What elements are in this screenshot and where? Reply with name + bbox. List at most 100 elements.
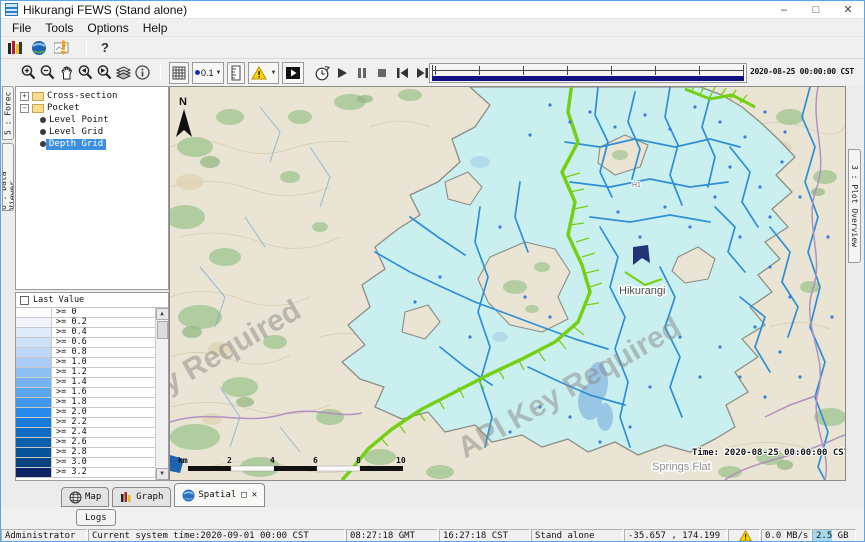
- dock-tab-plot-overview[interactable]: 3 : Plot Overview: [848, 149, 861, 263]
- zoom-out-icon[interactable]: [38, 63, 57, 83]
- time-slider[interactable]: [429, 63, 747, 83]
- tree-item-label: Level Point: [46, 115, 112, 126]
- timeseries-dialog-icon[interactable]: [54, 39, 72, 56]
- globe-grid-icon: [69, 491, 82, 504]
- legend-value-label: >= 3.2: [52, 468, 87, 477]
- app-logo-icon: [5, 3, 18, 16]
- status-system-time: Current system time:2020-09-01 00:00 CST: [88, 529, 345, 542]
- minimize-button[interactable]: –: [768, 1, 800, 18]
- last-value-checkbox[interactable]: [20, 296, 29, 305]
- legend-table: >= 0 >= 0.2 >= 0.4: [16, 308, 155, 480]
- tab-spatial-label: Spatial: [198, 490, 236, 500]
- tab-map-label: Map: [85, 492, 101, 502]
- collapse-minus-icon[interactable]: −: [20, 104, 29, 113]
- tab-maximize-icon[interactable]: □: [241, 490, 246, 500]
- tab-graph-label: Graph: [136, 492, 163, 502]
- chevron-down-icon: ▼: [216, 70, 222, 76]
- legend-color-swatch: [16, 398, 52, 407]
- scale-tick-label: 2: [227, 456, 232, 465]
- grid-display-button[interactable]: [169, 62, 189, 84]
- scrollbar-thumb[interactable]: [157, 321, 168, 339]
- tree-item-level-grid[interactable]: Level Grid: [16, 126, 168, 138]
- menu-tools[interactable]: Tools: [38, 21, 80, 35]
- status-memory: 2.5 GB: [812, 529, 856, 542]
- legend-value-label: >= 2.4: [52, 428, 87, 437]
- scale-tick-label: 10: [396, 456, 406, 465]
- toolbar-separator: [160, 65, 161, 81]
- dock-tab-forecast[interactable]: 5 : Forec: [2, 86, 14, 140]
- legend-value-label: >= 0.2: [52, 318, 87, 327]
- animation-settings-clock-icon[interactable]: [313, 63, 332, 83]
- status-warning-cell[interactable]: [728, 529, 760, 542]
- dock-tab-data-viewer[interactable]: 6 : Data Viewer: [2, 143, 14, 211]
- map-canvas[interactable]: API Key Required API Key Required Hikura…: [169, 86, 846, 481]
- tree-item-pocket[interactable]: − Pocket: [16, 102, 168, 114]
- tree-item-label-selected: Depth Grid: [46, 139, 106, 150]
- scale-tick-label: 6: [313, 456, 318, 465]
- database-display-icon[interactable]: [6, 39, 24, 56]
- chevron-down-icon: ▼: [270, 70, 276, 76]
- scroll-down-icon[interactable]: ▼: [156, 468, 169, 480]
- legend-value-label: >= 1.8: [52, 398, 87, 407]
- animation-movie-button[interactable]: [282, 62, 304, 84]
- tab-spatial[interactable]: Spatial □ ✕: [174, 483, 265, 507]
- pause-button[interactable]: [352, 63, 372, 83]
- play-button[interactable]: [332, 63, 352, 83]
- legend-value-label: >= 1.0: [52, 358, 87, 367]
- grid-threshold-dropdown[interactable]: 0.1 ▼: [192, 62, 224, 84]
- skip-to-start-button[interactable]: [392, 63, 412, 83]
- legend-color-swatch: [16, 338, 52, 347]
- legend-color-swatch: [16, 438, 52, 447]
- tree-item-cross-section[interactable]: + Cross-section: [16, 90, 168, 102]
- close-button[interactable]: ✕: [832, 1, 864, 18]
- tree-item-label: Cross-section: [44, 91, 120, 102]
- time-slider-range-bar[interactable]: [432, 76, 744, 81]
- stop-button[interactable]: [372, 63, 392, 83]
- zoom-previous-icon[interactable]: [76, 63, 95, 83]
- tree-item-depth-grid[interactable]: Depth Grid: [16, 138, 168, 150]
- layers-icon[interactable]: [114, 63, 133, 83]
- legend-color-swatch: [16, 328, 52, 337]
- pan-hand-icon[interactable]: [57, 63, 76, 83]
- time-slider-start-cap: [432, 65, 433, 76]
- globe-explorer-icon[interactable]: [30, 39, 48, 56]
- north-label: N: [179, 96, 187, 108]
- scale-tick-label: 8: [356, 456, 361, 465]
- zoom-in-icon[interactable]: [19, 63, 38, 83]
- tree-item-label: Pocket: [44, 103, 83, 114]
- legend-scrollbar[interactable]: ▲ ▼: [155, 308, 168, 480]
- maximize-button[interactable]: □: [800, 1, 832, 18]
- app-window: Hikurangi FEWS (Stand alone) – □ ✕ File …: [0, 0, 865, 542]
- threshold-dot-icon: [195, 70, 200, 75]
- legend-panel: Last Value >= 0 >= 0.2: [15, 292, 169, 481]
- legend-value-label: >= 3.0: [52, 458, 87, 467]
- tab-close-icon[interactable]: ✕: [252, 490, 257, 500]
- menu-file[interactable]: File: [5, 21, 38, 35]
- tree-item-level-point[interactable]: Level Point: [16, 114, 168, 126]
- tab-map[interactable]: Map: [61, 487, 109, 507]
- menu-options[interactable]: Options: [80, 21, 135, 35]
- legend-value-label: >= 2.2: [52, 418, 87, 427]
- status-local-time: 16:27:18 CST: [439, 529, 530, 542]
- tab-graph[interactable]: Graph: [112, 487, 171, 507]
- status-user: Administrator: [1, 529, 87, 542]
- help-button[interactable]: ?: [101, 40, 109, 55]
- place-label: Springs Flat: [652, 461, 711, 473]
- legend-color-swatch: [16, 348, 52, 357]
- threshold-value: 0.1: [201, 68, 214, 78]
- menu-help[interactable]: Help: [136, 21, 175, 35]
- logs-button[interactable]: Logs: [76, 509, 116, 526]
- warning-threshold-dropdown[interactable]: ▼: [248, 62, 279, 84]
- scale-ruler-button[interactable]: [227, 62, 245, 84]
- zoom-next-icon[interactable]: [95, 63, 114, 83]
- scroll-up-icon[interactable]: ▲: [156, 308, 169, 320]
- legend-value-label: >= 1.2: [52, 368, 87, 377]
- map-graphics: API Key Required API Key Required Hikura…: [170, 87, 845, 480]
- main-toolbar: ?: [1, 36, 864, 58]
- menu-bar: File Tools Options Help: [1, 19, 864, 36]
- expand-plus-icon[interactable]: +: [20, 92, 29, 101]
- legend-color-swatch: [16, 448, 52, 457]
- status-gmt-time: 08:27:18 GMT: [346, 529, 438, 542]
- info-icon[interactable]: [133, 63, 152, 83]
- legend-color-swatch: [16, 378, 52, 387]
